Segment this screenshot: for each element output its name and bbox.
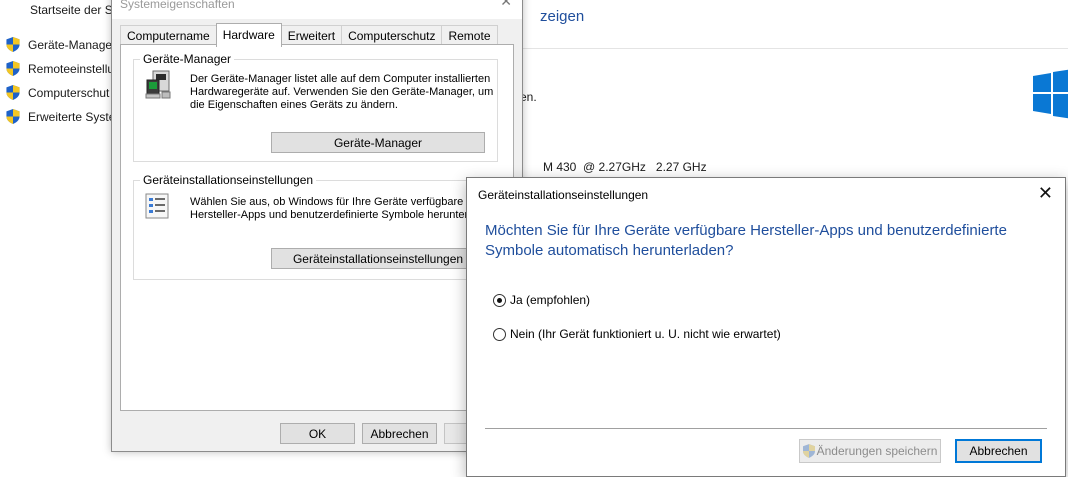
- device-installation-settings-dialog: Geräteinstallationseinstellungen ✕ Möcht…: [466, 177, 1066, 477]
- sidebar-link-label: Erweiterte Syste: [28, 109, 116, 124]
- control-panel-home-link[interactable]: Startseite der Sy: [30, 3, 119, 17]
- sidebar-link-label: Geräte-Manage: [28, 37, 113, 52]
- checklist-icon: [145, 193, 169, 219]
- windows-logo-icon: [1033, 69, 1068, 119]
- device-installation-settings-button[interactable]: Geräteinstallationseinstellungen: [271, 248, 485, 269]
- radio-label: Ja (empfohlen): [510, 293, 591, 307]
- cancel-button[interactable]: Abbrechen: [362, 423, 437, 444]
- control-panel-heading: zeigen: [540, 8, 585, 25]
- uac-shield-icon: [6, 37, 20, 52]
- group-legend: Geräteinstallationseinstellungen: [140, 173, 317, 187]
- radio-label: Nein (Ihr Gerät funktioniert u. U. nicht…: [510, 327, 781, 341]
- close-icon[interactable]: ✕: [500, 0, 512, 10]
- tab-computername[interactable]: Computername: [120, 25, 217, 45]
- radio-button-checked[interactable]: [493, 293, 506, 307]
- group-legend: Geräte-Manager: [140, 52, 235, 66]
- sidebar-link-advanced-system[interactable]: Erweiterte Syste: [6, 109, 115, 124]
- ok-button[interactable]: OK: [280, 423, 355, 444]
- device-installation-group: Geräteinstallationseinstellungen Wählen …: [133, 173, 498, 280]
- dialog-title: Geräteinstallationseinstellungen: [478, 188, 649, 202]
- uac-shield-icon: [6, 61, 20, 76]
- dialog-separator: [485, 428, 1047, 429]
- tab-hardware[interactable]: Hardware: [215, 23, 282, 47]
- device-manager-icon: [145, 70, 171, 99]
- tab-computer-protection[interactable]: Computerschutz: [341, 25, 443, 45]
- processor-value: M 430 @ 2.27GHz 2.27 GHz: [543, 160, 707, 174]
- device-manager-description: Der Geräte-Manager listet alle auf dem C…: [190, 73, 494, 111]
- control-panel-sidebar: Startseite der Sy Geräte-Manage Remoteei…: [0, 0, 120, 470]
- tab-strip: Computername Hardware Erweitert Computer…: [120, 23, 498, 47]
- save-changes-label: Änderungen speichern: [816, 444, 938, 458]
- close-icon[interactable]: ✕: [1038, 183, 1053, 203]
- sidebar-link-label: Computerschut: [28, 85, 110, 100]
- uac-shield-icon: [6, 85, 20, 100]
- cancel-button[interactable]: Abbrechen: [955, 439, 1042, 463]
- system-properties-dialog: Systemeigenschaften ✕ Computername Hardw…: [111, 0, 523, 452]
- dialog-question: Möchten Sie für Ihre Geräte verfügbare H…: [485, 222, 1007, 259]
- sidebar-link-device-manager[interactable]: Geräte-Manage: [6, 37, 112, 52]
- tab-remote[interactable]: Remote: [441, 25, 498, 45]
- save-changes-button[interactable]: Änderungen speichern: [799, 439, 941, 463]
- uac-shield-icon: [802, 444, 815, 458]
- hardware-tab-panel: Geräte-Manager Der Geräte-Manager listet…: [120, 44, 514, 411]
- device-manager-button[interactable]: Geräte-Manager: [271, 132, 485, 153]
- tab-advanced[interactable]: Erweitert: [280, 25, 343, 45]
- sidebar-link-remote-settings[interactable]: Remoteeinstellu: [6, 61, 114, 76]
- device-installation-description: Wählen Sie aus, ob Windows für Ihre Gerä…: [190, 196, 496, 221]
- uac-shield-icon: [6, 109, 20, 124]
- radio-option-yes[interactable]: Ja (empfohlen): [493, 293, 590, 307]
- divider: [520, 48, 1068, 49]
- sidebar-link-computer-protection[interactable]: Computerschut: [6, 85, 109, 100]
- radio-option-no[interactable]: Nein (Ihr Gerät funktioniert u. U. nicht…: [493, 327, 781, 341]
- device-manager-group: Geräte-Manager Der Geräte-Manager listet…: [133, 52, 498, 162]
- dialog-title: Systemeigenschaften: [120, 0, 235, 11]
- radio-button-unchecked[interactable]: [493, 327, 506, 341]
- sidebar-link-label: Remoteeinstellu: [28, 61, 115, 76]
- dialog-titlebar: Systemeigenschaften ✕: [112, 0, 522, 19]
